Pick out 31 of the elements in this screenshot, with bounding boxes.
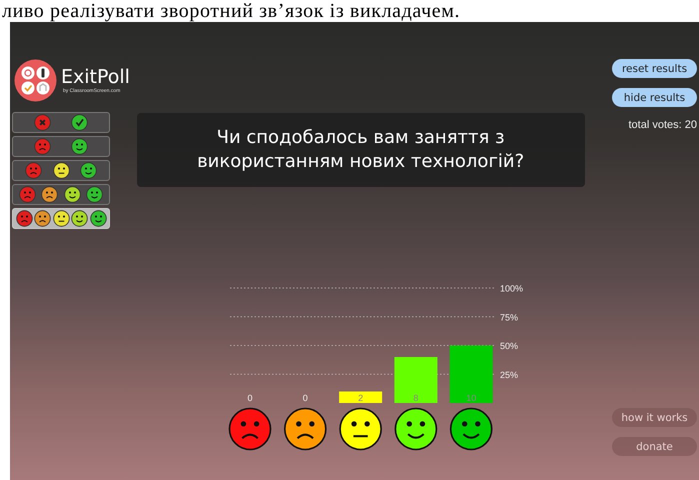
neutral-face-icon[interactable] <box>338 408 382 450</box>
value-label: 2 <box>358 393 363 403</box>
bar <box>338 392 382 403</box>
scale-option[interactable] <box>12 208 110 229</box>
app-title: ExitPoll <box>61 66 130 88</box>
value-label: 8 <box>413 393 418 403</box>
sad-face-icon[interactable] <box>284 408 326 450</box>
bar <box>449 346 492 403</box>
value-label: 0 <box>247 393 252 403</box>
axis-tick-label: 50% <box>500 341 518 351</box>
axis-tick-label: 75% <box>500 312 518 322</box>
hide-button[interactable]: hide results <box>612 88 697 107</box>
scale-option[interactable] <box>12 112 110 133</box>
value-label: 10 <box>466 393 476 403</box>
reset-button[interactable]: reset results <box>612 59 697 78</box>
value-label: 0 <box>302 393 308 403</box>
donate-button[interactable]: donate <box>612 437 697 456</box>
document-text: ливо реалізувати зворотний зв’язок із викладачем. <box>2 0 460 22</box>
bar <box>394 357 438 403</box>
axis-tick-label: 100% <box>500 284 523 294</box>
scale-option[interactable] <box>12 136 110 157</box>
scale-option[interactable] <box>12 184 110 205</box>
happy-face-icon[interactable] <box>394 408 437 450</box>
happy-face-icon[interactable] <box>450 408 492 450</box>
axis-tick-label: 25% <box>500 370 518 380</box>
logo-icon <box>14 59 57 102</box>
help-button[interactable]: how it works <box>612 408 697 427</box>
sad-face-icon[interactable] <box>228 408 271 450</box>
question-field[interactable]: Чи сподобалось вам заняття з використанням нових технологій? <box>136 113 585 187</box>
scale-option[interactable] <box>12 160 110 181</box>
vote-count: total votes: 20 <box>628 119 697 131</box>
